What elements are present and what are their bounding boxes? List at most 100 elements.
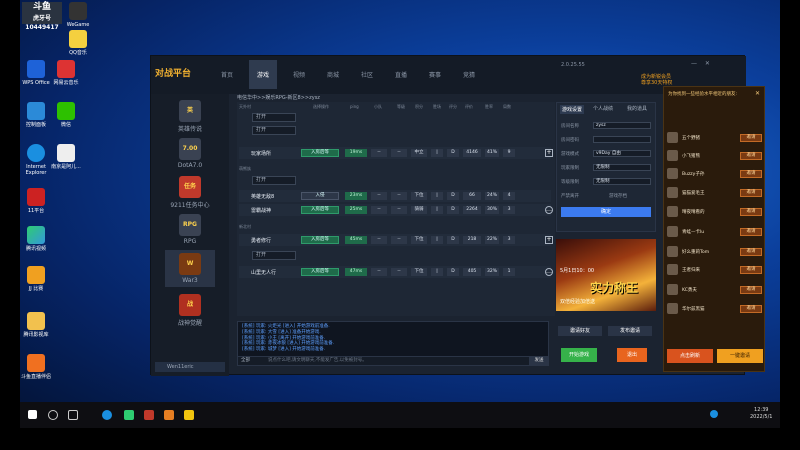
nav-community[interactable]: 社区 bbox=[361, 70, 373, 79]
send-button[interactable]: 发送 bbox=[529, 356, 549, 366]
save-game-checkbox[interactable]: 游戏存档 bbox=[609, 193, 627, 199]
chat-mode-select[interactable]: 全部 bbox=[241, 357, 250, 365]
wechat-icon[interactable]: 微信 bbox=[46, 102, 86, 128]
tasks-icon: 任务 bbox=[179, 176, 201, 198]
join-button[interactable]: 入房后等 bbox=[301, 149, 339, 157]
no-leave-checkbox[interactable]: 严禁离开 bbox=[561, 193, 579, 199]
section-header: 新北村 bbox=[239, 224, 251, 229]
vip-ad[interactable]: 成为新锐会员 尊享30天特权 bbox=[641, 74, 672, 86]
invite-button[interactable]: 邀请 bbox=[740, 228, 762, 236]
nav-events[interactable]: 赛事 bbox=[429, 70, 441, 79]
invite-button[interactable]: 邀请 bbox=[740, 248, 762, 256]
game-item-war3[interactable]: W War3 bbox=[165, 250, 215, 287]
ie-icon[interactable] bbox=[102, 410, 112, 420]
list-item: 五个野猪 邀请 bbox=[666, 131, 764, 144]
close-icon[interactable]: ✕ bbox=[755, 90, 760, 97]
document-icon[interactable]: 南京是阿儿... bbox=[46, 144, 86, 170]
exit-button[interactable]: 退出 bbox=[617, 348, 647, 362]
add-icon[interactable]: + bbox=[545, 149, 553, 157]
join-button[interactable]: 入房后等 bbox=[301, 268, 339, 276]
tab-my-items[interactable]: 我的道具 bbox=[627, 105, 647, 112]
start-icon[interactable] bbox=[28, 410, 37, 419]
brand-logo: 对战平台 bbox=[155, 69, 192, 79]
table-row[interactable]: 雷霸战神 入房后等 25ms -- -- 骑骑 | D 2264 30% 3 … bbox=[239, 204, 553, 216]
chat-bubble-icon[interactable]: … bbox=[545, 268, 553, 276]
tencent-video-icon[interactable]: 腾讯视频 bbox=[20, 226, 56, 252]
join-button[interactable]: 入房后等 bbox=[301, 206, 339, 214]
tencent-video-icon[interactable] bbox=[124, 410, 134, 420]
invite-button[interactable]: 邀请 bbox=[740, 305, 762, 313]
tab-personal-record[interactable]: 个人战绩 bbox=[593, 105, 613, 112]
room-password-field[interactable] bbox=[593, 136, 651, 143]
netease-music-icon[interactable]: 网易云音乐 bbox=[46, 60, 86, 86]
game-platform-icon[interactable] bbox=[144, 410, 154, 420]
douyu-icon[interactable]: 斗鱼直播伴侣 bbox=[20, 354, 56, 380]
app-icon[interactable] bbox=[184, 410, 194, 420]
task-view-icon[interactable] bbox=[68, 410, 78, 420]
invite-button[interactable]: 邀请 bbox=[740, 170, 762, 178]
close-icon[interactable]: ✕ bbox=[705, 60, 710, 67]
qq-music-icon[interactable]: QQ音乐 bbox=[58, 30, 98, 56]
start-game-button[interactable]: 开始游戏 bbox=[561, 348, 597, 362]
user-chip[interactable]: Wen11eric bbox=[155, 362, 225, 372]
nav-video[interactable]: 视频 bbox=[293, 70, 305, 79]
invite-button[interactable]: 邀请 bbox=[740, 134, 762, 142]
filter-select[interactable]: 打开 bbox=[252, 126, 296, 135]
avatar bbox=[667, 150, 678, 161]
invite-button[interactable]: 邀请 bbox=[740, 189, 762, 197]
chat-input[interactable]: 全部 说点什么吧,请文明聊天,不能发广告,以免被封号。 bbox=[237, 356, 549, 366]
latency-badge: 45ms bbox=[345, 236, 367, 244]
game-item-rpg[interactable]: RPG RPG bbox=[165, 214, 215, 245]
folder-icon[interactable]: 腾讯影视库 bbox=[20, 312, 56, 338]
game-item-hero[interactable]: 英英雄传说 bbox=[165, 100, 215, 133]
invite-friends-button[interactable]: 邀请好友 bbox=[558, 326, 602, 336]
wegame-icon[interactable]: WeGame bbox=[58, 2, 98, 28]
jj-icon[interactable]: JJ 比赛 bbox=[20, 266, 56, 292]
promo-banner[interactable]: 实力称王 5月1日10：00 双倍经验加倍送 bbox=[556, 239, 656, 311]
add-icon[interactable]: + bbox=[545, 236, 553, 244]
join-button[interactable]: 入房后等 bbox=[301, 236, 339, 244]
nav-home[interactable]: 首页 bbox=[221, 70, 233, 79]
nav-games[interactable]: 游戏 bbox=[249, 60, 278, 89]
invite-button[interactable]: 邀请 bbox=[740, 286, 762, 294]
nav-guess[interactable]: 竞猜 bbox=[463, 70, 475, 79]
join-button[interactable]: 入侵 bbox=[301, 192, 339, 200]
nav-live[interactable]: 直播 bbox=[395, 70, 407, 79]
filter-select[interactable]: 打开 bbox=[252, 251, 296, 260]
confirm-button[interactable]: 确定 bbox=[561, 207, 651, 217]
level-limit-select[interactable]: 无限制 bbox=[593, 178, 651, 185]
game-mode-select[interactable]: v9Day 自由 bbox=[593, 150, 651, 157]
game-item-tasks[interactable]: 任务 9211任务中心 bbox=[165, 176, 215, 209]
room-name-field[interactable]: zysz bbox=[593, 122, 651, 129]
list-item: Buzzy子孙 邀请 bbox=[666, 167, 764, 180]
filter-select[interactable]: 打开 bbox=[252, 176, 296, 185]
publish-invite-button[interactable]: 发布邀请 bbox=[608, 326, 652, 336]
table-row[interactable]: 英雄无敌8 入侵 23ms -- -- 下位 | D 66 24% 4 bbox=[239, 190, 551, 202]
game-item-war-god[interactable]: 战战神觉醒 bbox=[165, 294, 215, 327]
player-limit-select[interactable]: 无限制 bbox=[593, 164, 651, 171]
minimize-icon[interactable]: — bbox=[691, 60, 697, 67]
invite-button[interactable]: 邀请 bbox=[740, 208, 762, 216]
eleven-platform-icon[interactable]: 11平台 bbox=[20, 188, 56, 214]
system-chat-log: [系统] 玩家: 火炬光 [进入] 开始游戏前准备. [系统] 玩家: 大雪 [… bbox=[237, 321, 549, 361]
filter-select[interactable]: 打开 bbox=[252, 113, 296, 122]
avatar bbox=[667, 284, 678, 295]
refresh-button[interactable]: 点击刷新 bbox=[667, 349, 713, 363]
invite-button[interactable]: 邀请 bbox=[740, 152, 762, 160]
clock[interactable]: 12:39 2022/5/1 bbox=[750, 407, 772, 421]
chat-bubble-icon[interactable]: … bbox=[545, 206, 553, 214]
table-row[interactable]: 山里无人行 入房后等 47ms -- -- 下位 | D 405 32% 1 … bbox=[239, 266, 553, 278]
tab-game-settings[interactable]: 游戏设置 bbox=[560, 105, 585, 114]
invite-button[interactable]: 邀请 bbox=[740, 266, 762, 274]
list-item: 猫猫爱毛王 邀请 bbox=[666, 186, 764, 199]
game-sidebar: 英英雄传说 7.00 DotA7.0 任务 9211任务中心 RPG RPG W War… bbox=[151, 94, 229, 376]
invite-all-button[interactable]: 一键邀请 bbox=[717, 349, 763, 363]
table-row[interactable]: 玩家场所 入房后等 19ms -- -- 中立 | D 4146 41% 9 + bbox=[239, 147, 553, 159]
edge-icon[interactable] bbox=[710, 410, 718, 418]
table-row[interactable]: 勇者修行 入房后等 45ms -- -- 下位 | D 218 22% 3 + bbox=[239, 234, 553, 246]
taskbar: 12:39 2022/5/1 bbox=[20, 402, 780, 428]
nav-mall[interactable]: 商城 bbox=[327, 70, 339, 79]
search-icon[interactable] bbox=[48, 410, 58, 420]
game-item-dota[interactable]: 7.00 DotA7.0 bbox=[165, 138, 215, 169]
douyu-icon[interactable] bbox=[164, 410, 174, 420]
